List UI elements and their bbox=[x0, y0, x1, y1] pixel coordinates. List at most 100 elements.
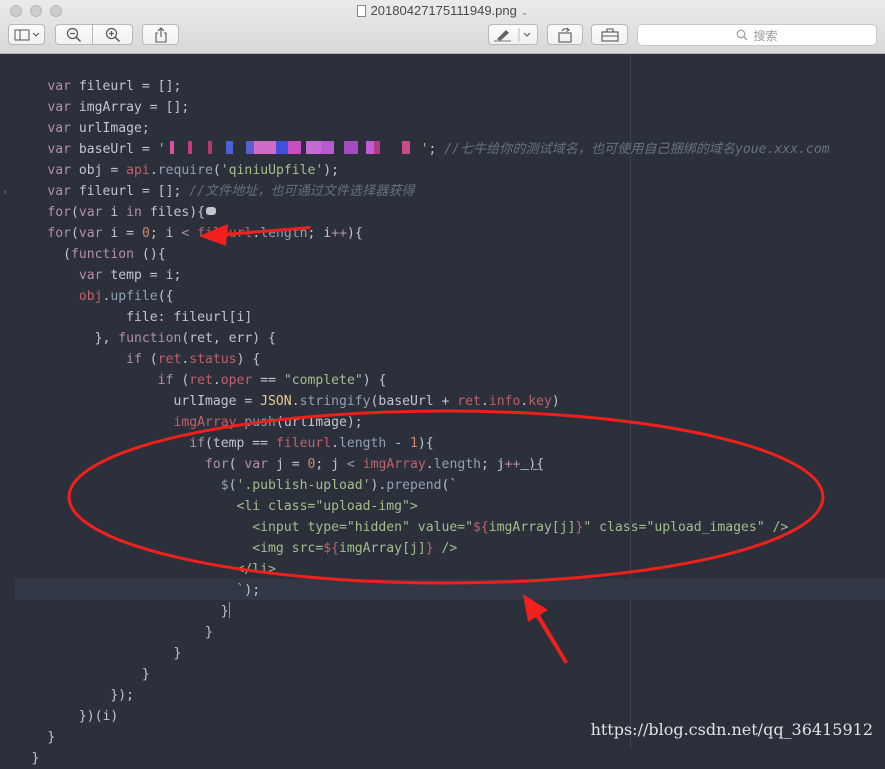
property: oper bbox=[220, 373, 253, 388]
code-line: `); bbox=[0, 580, 830, 601]
property: length bbox=[433, 457, 481, 472]
operator: ++ bbox=[504, 457, 521, 472]
function-name: require bbox=[157, 163, 213, 178]
code-line: }); bbox=[0, 685, 830, 706]
code-text: ( bbox=[173, 373, 190, 388]
code-block: var fileurl = []; var imgArray = []; var… bbox=[0, 55, 830, 769]
code-text: (` bbox=[441, 478, 458, 493]
code-text: ; bbox=[428, 142, 445, 157]
code-text: . bbox=[425, 457, 434, 472]
code-line: </li> bbox=[0, 559, 830, 580]
code-text: ){ bbox=[520, 457, 545, 472]
code-line: var imgArray = []; bbox=[0, 97, 830, 118]
template-delimiter: ${ bbox=[323, 541, 339, 556]
keyword: var bbox=[78, 205, 103, 220]
code-text: urlImage; bbox=[70, 121, 150, 136]
toolbox-button[interactable] bbox=[591, 24, 628, 45]
variable: fileurl bbox=[197, 226, 253, 241]
keyword: var bbox=[47, 79, 71, 94]
zoom-out-button[interactable] bbox=[55, 24, 93, 45]
keyword: if bbox=[189, 436, 205, 451]
string: 'qiniuUpfile' bbox=[220, 163, 324, 178]
code-text: ) bbox=[551, 394, 560, 409]
code-line: var obj = api.require('qiniuUpfile'); bbox=[0, 160, 830, 181]
code-text: ; i bbox=[307, 226, 332, 241]
string: <li class="upload-img"> bbox=[236, 499, 418, 514]
code-text: . bbox=[212, 373, 221, 388]
number: 1 bbox=[409, 436, 418, 451]
function-name: upfile bbox=[110, 289, 158, 304]
code-text: == bbox=[252, 373, 284, 388]
rotate-icon bbox=[558, 27, 572, 43]
zoom-in-icon bbox=[105, 27, 120, 42]
comment: //文件地址，也可通过文件选择器获得 bbox=[189, 184, 415, 199]
code-text: ( bbox=[70, 226, 79, 241]
search-input[interactable]: 搜索 bbox=[637, 24, 877, 46]
code-text: ); bbox=[323, 163, 340, 178]
comment: //七牛给你的测试域名，也可使用自己捆绑的域名youe.xxx.com bbox=[444, 142, 830, 157]
code-text: }, bbox=[94, 331, 119, 346]
code-editor-screenshot: › var fileurl = []; var imgArray = []; v… bbox=[0, 54, 885, 766]
code-text: j = bbox=[268, 457, 308, 472]
code-line: for( var j = 0; j < imgArray.length; j++… bbox=[0, 454, 830, 475]
code-text: (temp == bbox=[204, 436, 276, 451]
chevron-down-icon: ⌄ bbox=[520, 7, 529, 17]
rotate-button[interactable] bbox=[547, 24, 583, 45]
keyword: function bbox=[70, 247, 135, 262]
sidebar-button[interactable] bbox=[8, 24, 45, 45]
code-line: (function (){ bbox=[0, 244, 830, 265]
pen-icon bbox=[494, 27, 531, 42]
code-text: . bbox=[291, 394, 300, 409]
keyword: var bbox=[47, 121, 71, 136]
text-caret bbox=[228, 602, 230, 618]
number: 0 bbox=[141, 226, 150, 241]
keyword: var bbox=[244, 457, 269, 472]
folded-code-ellipsis-icon[interactable] bbox=[206, 207, 217, 215]
keyword: function bbox=[118, 331, 182, 346]
code-text: ( bbox=[141, 352, 158, 367]
string: <img src= bbox=[252, 541, 324, 556]
code-line: } bbox=[0, 622, 830, 643]
code-line: <img src=${imgArray[j]} /> bbox=[0, 538, 830, 559]
code-text: files){ bbox=[141, 205, 206, 220]
code-text: ( bbox=[212, 163, 221, 178]
code-text: fileurl = []; bbox=[70, 79, 182, 94]
code-text: ) { bbox=[236, 352, 261, 367]
property: length bbox=[339, 436, 387, 451]
variable: api bbox=[126, 163, 150, 178]
share-button[interactable] bbox=[142, 24, 179, 45]
code-text: ( bbox=[63, 247, 71, 262]
code-text: ( bbox=[70, 205, 79, 220]
zoom-in-button[interactable] bbox=[92, 24, 133, 45]
code-line: obj.upfile({ bbox=[0, 286, 830, 307]
code-text: ). bbox=[370, 478, 387, 493]
code-line: }, function(ret, err) { bbox=[0, 328, 830, 349]
code-text: ; j bbox=[315, 457, 347, 472]
code-line: if (ret.oper == "complete") { bbox=[0, 370, 830, 391]
code-line: var temp = i; bbox=[0, 265, 830, 286]
code-text: baseUrl = bbox=[70, 142, 158, 157]
code-text: } bbox=[220, 604, 229, 619]
code-text: ( bbox=[228, 478, 237, 493]
operator: < bbox=[346, 457, 355, 472]
sidebar-icon bbox=[14, 29, 39, 40]
window-title[interactable]: 20180427175111949.png ⌄ bbox=[0, 3, 885, 18]
code-text: } bbox=[173, 646, 182, 661]
variable: ret bbox=[157, 352, 182, 367]
keyword: for bbox=[47, 205, 71, 220]
code-text: i = bbox=[102, 226, 142, 241]
markup-button[interactable] bbox=[488, 24, 538, 45]
share-icon bbox=[154, 26, 167, 43]
keyword: if bbox=[157, 373, 174, 388]
variable: imgArray bbox=[173, 415, 237, 430]
keyword: var bbox=[78, 268, 103, 283]
string: imgArray[j] bbox=[488, 520, 576, 535]
code-line: } bbox=[0, 601, 830, 622]
code-text: . bbox=[331, 436, 340, 451]
template-delimiter: ${ bbox=[473, 520, 489, 535]
keyword: var bbox=[47, 142, 71, 157]
code-text: ); bbox=[244, 583, 261, 598]
code-line: urlImage = JSON.stringify(baseUrl + ret.… bbox=[0, 391, 830, 412]
code-line: var baseUrl = ' '; //七牛给你的测试域名，也可使用自己捆绑的域… bbox=[0, 139, 830, 160]
keyword: var bbox=[47, 100, 71, 115]
